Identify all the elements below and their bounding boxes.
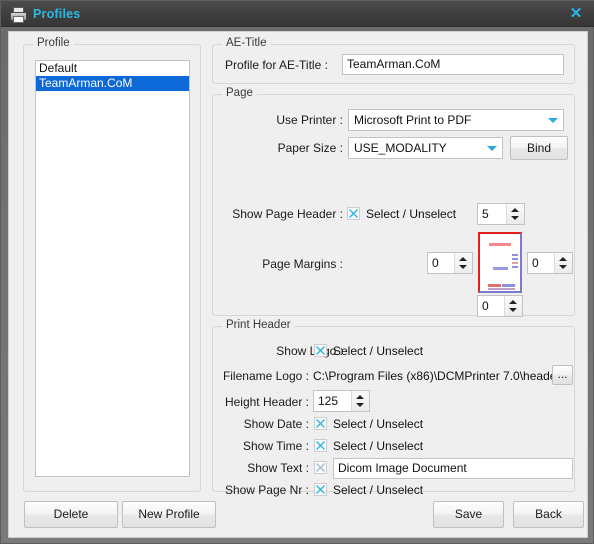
delete-button[interactable]: Delete	[24, 501, 118, 528]
page-header-size-stepper[interactable]: 5	[477, 203, 525, 225]
ae-title-group: AE-Title Profile for AE-Title : TeamArma…	[212, 37, 575, 84]
show-time-label: Show Time :	[242, 439, 309, 453]
browse-logo-button[interactable]: ...	[552, 365, 573, 385]
paper-size-label: Paper Size :	[277, 141, 343, 155]
stepper-buttons[interactable]	[554, 253, 572, 273]
height-header-value: 125	[318, 394, 339, 408]
show-logo-checkbox[interactable]	[314, 344, 327, 357]
show-text-input[interactable]: Dicom Image Document	[333, 458, 573, 479]
stepper-buttons[interactable]	[351, 391, 369, 411]
stepper-buttons[interactable]	[506, 204, 524, 224]
filename-logo-label: Filename Logo :	[222, 369, 309, 383]
height-header-stepper[interactable]: 125	[313, 390, 370, 412]
margin-left-value: 0	[432, 256, 439, 270]
profile-list[interactable]: Default TeamArman.CoM	[35, 60, 190, 477]
show-date-checkbox[interactable]	[314, 417, 327, 430]
stepper-up-icon[interactable]	[509, 300, 517, 304]
title-bar[interactable]: Profiles ✕	[1, 1, 594, 27]
show-text-checkbox[interactable]	[314, 461, 327, 474]
margin-right-value: 0	[532, 256, 539, 270]
show-date-label: Show Date :	[243, 417, 309, 431]
bind-button[interactable]: Bind	[510, 136, 568, 160]
show-page-nr-select-text: Select / Unselect	[333, 483, 424, 497]
ae-title-group-legend: AE-Title	[222, 37, 271, 49]
printer-icon	[9, 6, 27, 23]
margin-left-stepper[interactable]: 0	[427, 252, 473, 274]
stepper-down-icon[interactable]	[509, 308, 517, 312]
use-printer-value: Microsoft Print to PDF	[354, 113, 472, 127]
height-header-label: Height Header :	[224, 395, 309, 409]
show-time-select-text: Select / Unselect	[333, 439, 424, 453]
profile-group: Profile Default TeamArman.CoM	[23, 37, 201, 492]
profiles-window: Profiles ✕ Profile Default TeamArman.CoM…	[0, 0, 594, 544]
new-profile-button[interactable]: New Profile	[122, 501, 216, 528]
list-item[interactable]: TeamArman.CoM	[36, 76, 189, 91]
show-time-checkbox[interactable]	[314, 439, 327, 452]
window-title: Profiles	[33, 6, 81, 21]
chevron-down-icon	[548, 118, 558, 123]
show-page-nr-label: Show Page Nr :	[224, 483, 309, 497]
show-logo-select-text: Select / Unselect	[333, 344, 424, 358]
stepper-down-icon[interactable]	[356, 403, 364, 407]
chevron-down-icon	[487, 146, 497, 151]
profile-for-ae-title-input[interactable]: TeamArman.CoM	[342, 54, 564, 75]
show-text-label: Show Text :	[247, 461, 309, 475]
print-header-group: Print Header Show Logo : Select / Unsele…	[212, 319, 575, 497]
margin-bottom-value: 0	[482, 299, 489, 313]
paper-size-select[interactable]: USE_MODALITY	[348, 137, 503, 159]
show-page-header-select-text: Select / Unselect	[366, 207, 457, 221]
profile-for-ae-title-label: Profile for AE-Title :	[225, 58, 328, 72]
show-page-nr-checkbox[interactable]	[314, 483, 327, 496]
stepper-down-icon[interactable]	[459, 265, 467, 269]
client-area: Profile Default TeamArman.CoM AE-Title P…	[8, 31, 588, 538]
close-icon[interactable]: ✕	[565, 4, 587, 24]
filename-logo-value: C:\Program Files (x86)\DCMPrinter 7.0\he…	[313, 369, 570, 383]
show-page-header-checkbox[interactable]	[347, 207, 360, 220]
page-preview	[478, 232, 522, 293]
save-button[interactable]: Save	[433, 501, 504, 528]
stepper-down-icon[interactable]	[511, 216, 519, 220]
page-group-legend: Page	[222, 87, 257, 99]
paper-size-value: USE_MODALITY	[354, 141, 447, 155]
back-button[interactable]: Back	[513, 501, 584, 528]
stepper-down-icon[interactable]	[559, 265, 567, 269]
page-group: Page Use Printer : Microsoft Print to PD…	[212, 87, 575, 317]
page-header-size-value: 5	[482, 207, 489, 221]
use-printer-label: Use Printer :	[276, 113, 343, 127]
show-page-header-label: Show Page Header :	[232, 207, 343, 221]
list-item[interactable]: Default	[36, 61, 189, 76]
margin-bottom-stepper[interactable]: 0	[477, 295, 523, 317]
margin-right-stepper[interactable]: 0	[527, 252, 573, 274]
show-date-select-text: Select / Unselect	[333, 417, 424, 431]
print-header-group-legend: Print Header	[222, 319, 295, 331]
profile-group-legend: Profile	[33, 37, 74, 49]
stepper-buttons[interactable]	[454, 253, 472, 273]
stepper-up-icon[interactable]	[559, 257, 567, 261]
stepper-up-icon[interactable]	[459, 257, 467, 261]
stepper-up-icon[interactable]	[356, 395, 364, 399]
stepper-buttons[interactable]	[504, 296, 522, 316]
page-margins-label: Page Margins :	[262, 257, 343, 271]
stepper-up-icon[interactable]	[511, 208, 519, 212]
use-printer-select[interactable]: Microsoft Print to PDF	[348, 109, 564, 131]
